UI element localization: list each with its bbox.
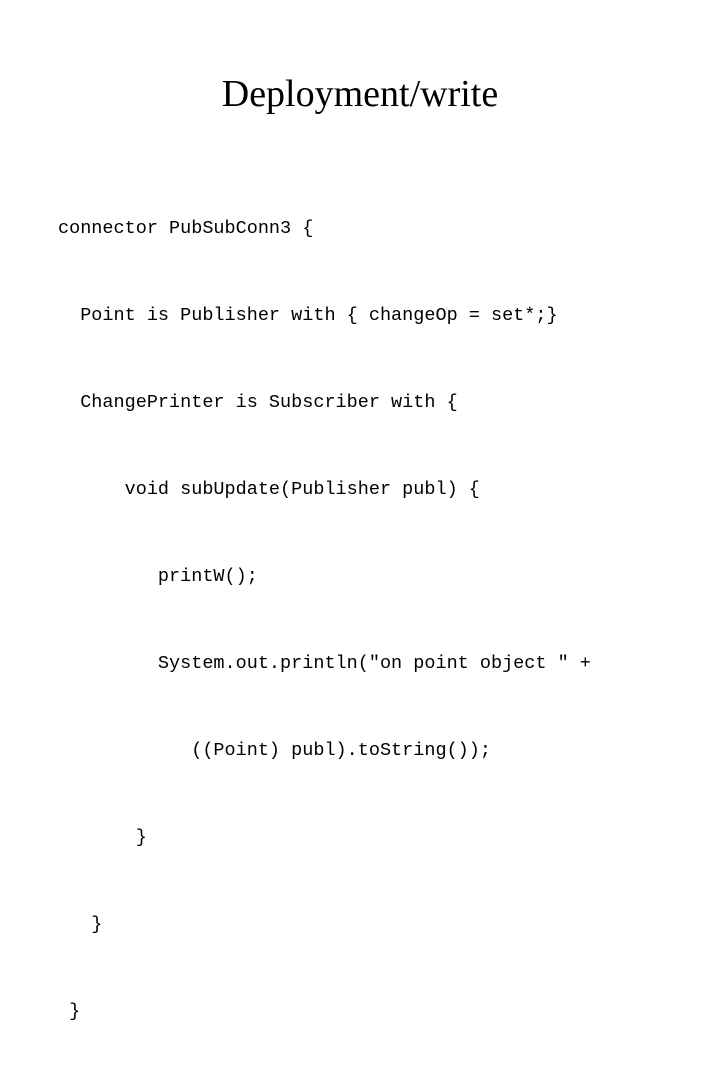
code-line: System.out.println("on point object " + [58,653,591,674]
code-line: ChangePrinter is Subscriber with { [58,392,458,413]
code-line: } [58,914,103,935]
slide-canvas: Deployment/write connector PubSubConn3 {… [0,0,720,1022]
page-title: Deployment/write [221,73,499,115]
code-line: Point is Publisher with { changeOp = set… [58,305,558,326]
code-line: ((Point) publ).toString()); [58,740,491,761]
code-line: printW(); [58,566,258,587]
code-line: connector PubSubConn3 { [58,218,314,239]
code-block: connector PubSubConn3 { Point is Publish… [58,156,698,1080]
code-line: } [58,1001,81,1022]
code-line: } [58,827,147,848]
code-line: void subUpdate(Publisher publ) { [58,479,480,500]
